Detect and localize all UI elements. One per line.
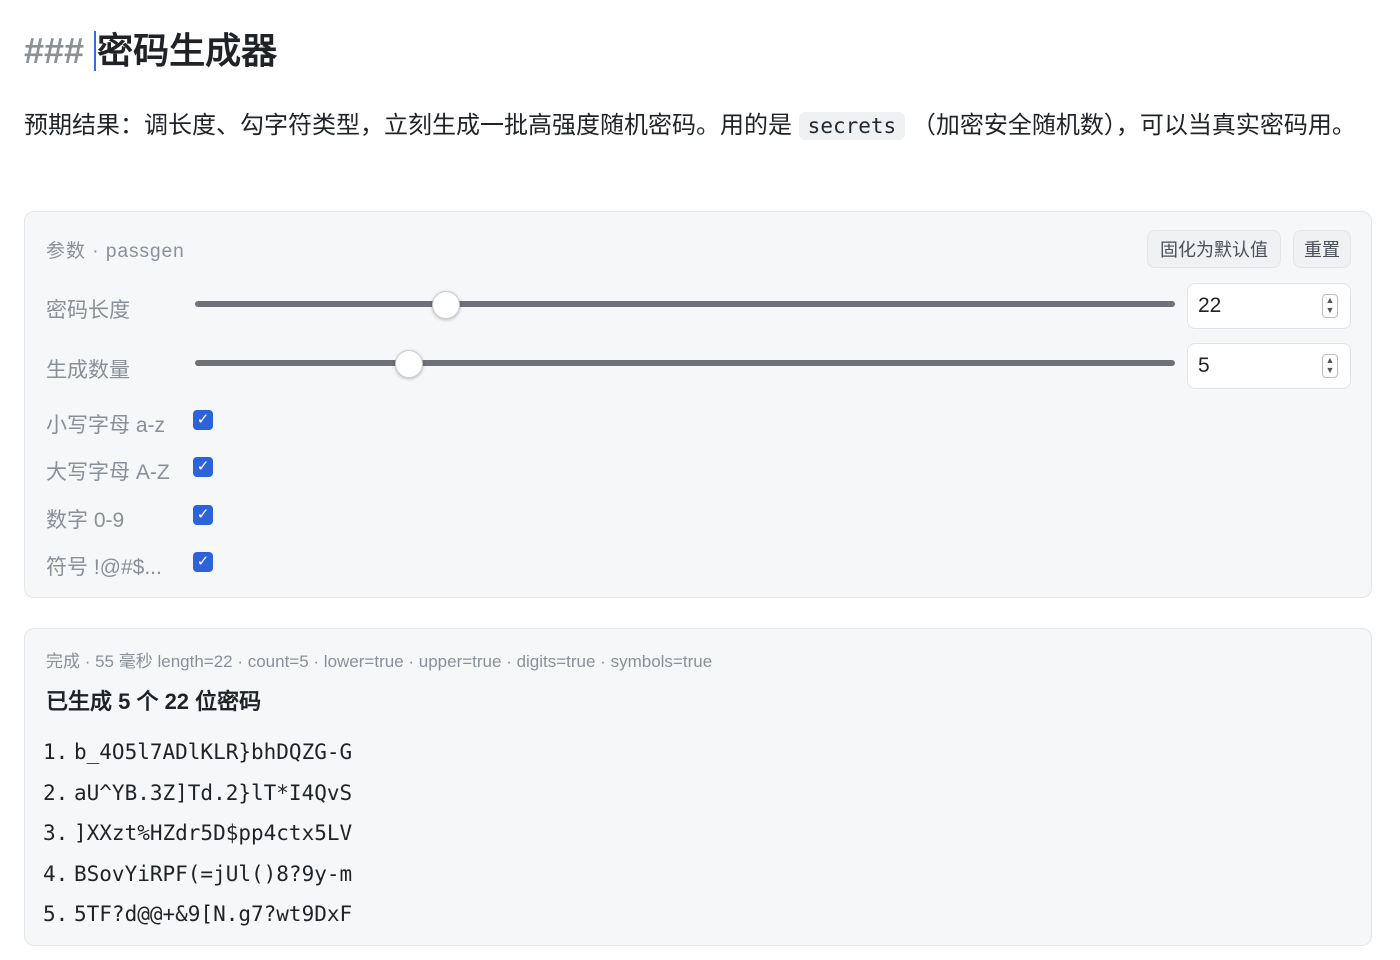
count-slider[interactable] [195,350,1175,378]
symbols-checkbox[interactable]: ✓ [193,552,213,572]
password-value[interactable]: aU^YB.3Z]Td.2}lT*I4QvS [74,781,352,805]
count-number-input[interactable]: 5 ▲ ▼ [1187,343,1351,389]
password-item[interactable]: 1. b_4O5l7ADlKLR}bhDQZG-G [43,732,352,773]
lowercase-checkbox[interactable]: ✓ [193,410,213,430]
spinner-arrows-icon[interactable]: ▲ ▼ [1322,294,1338,318]
page-title: 密码生成器 [97,30,278,71]
password-item[interactable]: 5. 5TF?d@@+&9[N.g7?wt9DxF [43,894,352,935]
length-slider[interactable] [195,291,1175,319]
password-item[interactable]: 4. BSovYiRPF(=jUl()8?9y-m [43,854,352,895]
password-value[interactable]: 5TF?d@@+&9[N.g7?wt9DxF [74,902,352,926]
params-panel: 参数 · passgen 固化为默认值 重置 密码长度 22 ▲ ▼ 生成数量 5… [24,211,1372,598]
lowercase-label: 小写字母 a-z [46,414,166,437]
password-value[interactable]: BSovYiRPF(=jUl()8?9y-m [74,862,352,886]
description-text-before: 预期结果：调长度、勾字符类型，立刻生成一批高强度随机密码。用的是 [24,112,799,139]
page-heading: ### 密码生成器 [24,28,277,74]
reset-button[interactable]: 重置 [1293,230,1351,268]
result-panel: 完成 · 55 毫秒 length=22 · count=5 · lower=t… [24,628,1372,946]
count-label: 生成数量 [46,359,130,382]
password-value[interactable]: ]XXzt%HZdr5D$pp4ctx5LV [74,821,352,845]
password-number: 2. [43,780,69,805]
length-label: 密码长度 [46,299,130,322]
length-number-input[interactable]: 22 ▲ ▼ [1187,283,1351,329]
password-value[interactable]: b_4O5l7ADlKLR}bhDQZG-G [74,740,352,764]
uppercase-checkbox[interactable]: ✓ [193,457,213,477]
length-value: 22 [1198,294,1222,317]
text-caret [94,31,97,71]
password-number: 1. [43,740,69,764]
result-title: 已生成 5 个 22 位密码 [46,689,262,714]
inline-code: secrets [798,112,906,140]
uppercase-label: 大写字母 A-Z [46,461,170,484]
description: 预期结果：调长度、勾字符类型，立刻生成一批高强度随机密码。用的是 secrets… [24,104,1364,148]
password-item[interactable]: 2. aU^YB.3Z]Td.2}lT*I4QvS [43,773,352,814]
count-slider-thumb[interactable] [394,350,423,378]
password-list: 1. b_4O5l7ADlKLR}bhDQZG-G 2. aU^YB.3Z]Td.2… [43,732,352,935]
password-number: 3. [43,821,69,845]
spinner-arrows-icon[interactable]: ▲ ▼ [1322,354,1338,378]
count-value: 5 [1198,354,1210,377]
password-number: 4. [43,861,69,886]
digits-label: 数字 0-9 [46,509,125,532]
description-text-after: （加密安全随机数），可以当真实密码用。 [905,112,1356,139]
symbols-label: 符号 !@#$... [46,556,162,579]
result-meta: 完成 · 55 毫秒 length=22 · count=5 · lower=t… [46,652,713,671]
params-panel-title: 参数 · passgen [46,241,185,262]
password-item[interactable]: 3.]XXzt%HZdr5D$pp4ctx5LV [43,813,352,854]
digits-checkbox[interactable]: ✓ [193,505,213,525]
heading-markdown-prefix: ### [24,30,85,71]
set-default-button[interactable]: 固化为默认值 [1147,230,1281,268]
password-number: 5. [43,902,69,926]
length-slider-thumb[interactable] [431,291,460,319]
